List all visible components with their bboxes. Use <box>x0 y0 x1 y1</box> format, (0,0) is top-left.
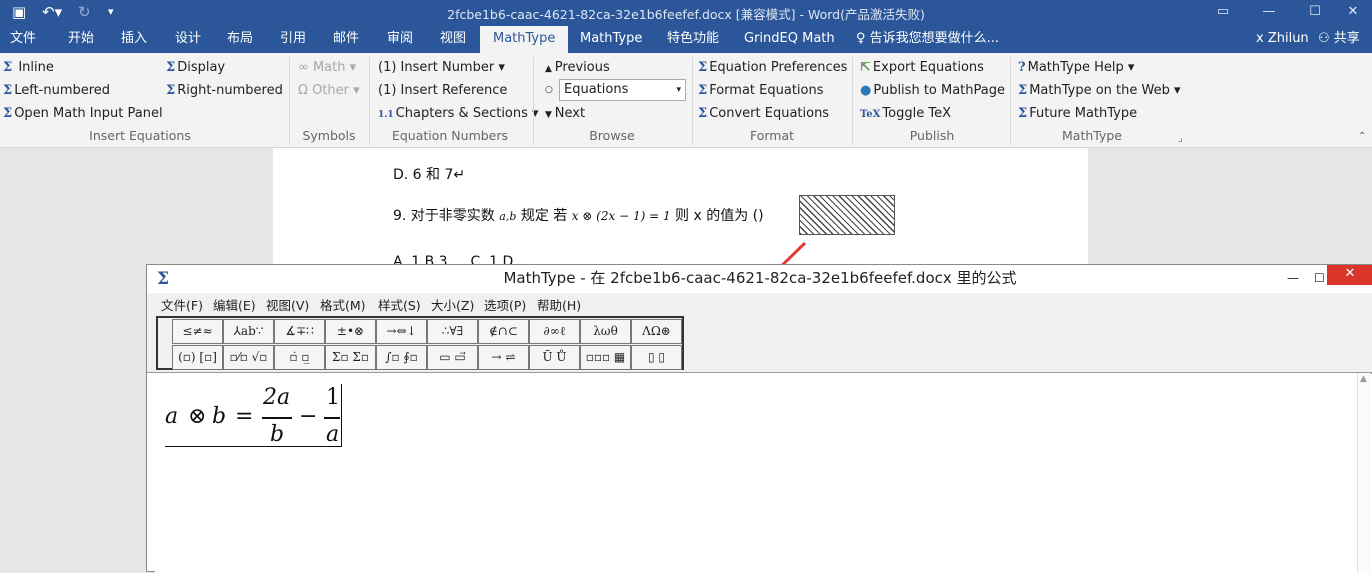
mt-close-button[interactable]: ✕ <box>1327 265 1372 285</box>
palette-spaces[interactable]: ⅄ab∵ <box>223 319 274 344</box>
palette-misc-symbols[interactable]: ∂∞ℓ <box>529 319 580 344</box>
slot-underline <box>165 446 341 447</box>
formula-denominator-a: a <box>326 422 340 447</box>
formula-minus: − <box>299 404 318 429</box>
scroll-up-icon[interactable]: ▲ <box>1360 374 1367 384</box>
formula-b: b <box>212 404 227 429</box>
text-cursor <box>341 384 342 447</box>
palette-bars[interactable]: ▭ ▭⃗ <box>427 345 478 370</box>
palette-sets[interactable]: ∉∩⊂ <box>478 319 529 344</box>
formula-numerator-2a: 2a <box>263 385 291 410</box>
formula-numerator-1: 1 <box>326 385 340 410</box>
mathtype-editor-window: Σ MathType - 在 2fcbe1b6-caac-4621-82ca-3… <box>146 264 1372 573</box>
palette-greek-upper[interactable]: ΛΩ⊛ <box>631 319 682 344</box>
menu-edit[interactable]: 编辑(E) <box>213 295 256 314</box>
palette-relations[interactable]: ≤≠≈ <box>172 319 223 344</box>
menu-file[interactable]: 文件(F) <box>161 295 203 314</box>
formula-a: a <box>165 404 179 429</box>
equation-editing-area[interactable]: a ⊗ b = 2a b − 1 a <box>155 374 1372 573</box>
palette-fractions-radicals[interactable]: ▫⁄▫ √▫ <box>223 345 274 370</box>
mathtype-menu-bar: 文件(F) 编辑(E) 视图(V) 格式(M) 样式(S) 大小(Z) 选项(P… <box>147 293 1372 314</box>
menu-size[interactable]: 大小(Z) <box>431 295 474 314</box>
palette-greek-lower[interactable]: λωθ <box>580 319 631 344</box>
mathtype-toolbar-area: ≤≠≈ ⅄ab∵ ∡∓∷ ±•⊗ →⇔↓ ∴∀∃ ∉∩⊂ ∂∞ℓ λωθ ΛΩ⊛… <box>147 314 1372 373</box>
palette-integrals[interactable]: ∫▫ ∮▫ <box>376 345 427 370</box>
menu-help[interactable]: 帮助(H) <box>537 295 581 314</box>
fraction-bar <box>324 417 340 419</box>
palette-subscripts[interactable]: ▫̇ ▫̲ <box>274 345 325 370</box>
mt-minimize-button[interactable]: — <box>1287 265 1299 291</box>
formula-otimes: ⊗ <box>188 404 207 429</box>
template-palettes: ≤≠≈ ⅄ab∵ ∡∓∷ ±•⊗ →⇔↓ ∴∀∃ ∉∩⊂ ∂∞ℓ λωθ ΛΩ⊛… <box>156 316 684 370</box>
mathtype-logo-icon: Σ <box>157 269 170 289</box>
palette-products[interactable]: Ū Ů <box>529 345 580 370</box>
palette-embellishments[interactable]: ∡∓∷ <box>274 319 325 344</box>
menu-options[interactable]: 选项(P) <box>484 295 526 314</box>
palette-arrows[interactable]: →⇔↓ <box>376 319 427 344</box>
formula-denominator-b: b <box>270 422 285 447</box>
palette-boxes[interactable]: ▯ ▯ <box>631 345 682 370</box>
palette-summations[interactable]: Σ▫ Σ▫ <box>325 345 376 370</box>
mt-maximize-button[interactable]: ☐ <box>1314 265 1325 291</box>
menu-style[interactable]: 样式(S) <box>378 295 421 314</box>
palette-operators[interactable]: ±•⊗ <box>325 319 376 344</box>
palette-matrices[interactable]: ▫▫▫ ▦ <box>580 345 631 370</box>
mathtype-title: MathType - 在 2fcbe1b6-caac-4621-82ca-32e… <box>503 269 1017 287</box>
menu-format[interactable]: 格式(M) <box>320 295 366 314</box>
fraction-bar <box>262 417 292 419</box>
palette-labeled-arrows[interactable]: → ⇌ <box>478 345 529 370</box>
palette-logic[interactable]: ∴∀∃ <box>427 319 478 344</box>
vertical-scrollbar[interactable]: ▲ <box>1357 373 1371 573</box>
palette-fences[interactable]: (▫) [▫] <box>172 345 223 370</box>
formula-equals: = <box>235 404 254 429</box>
mathtype-title-bar: Σ MathType - 在 2fcbe1b6-caac-4621-82ca-3… <box>147 265 1372 293</box>
menu-view[interactable]: 视图(V) <box>266 295 309 314</box>
